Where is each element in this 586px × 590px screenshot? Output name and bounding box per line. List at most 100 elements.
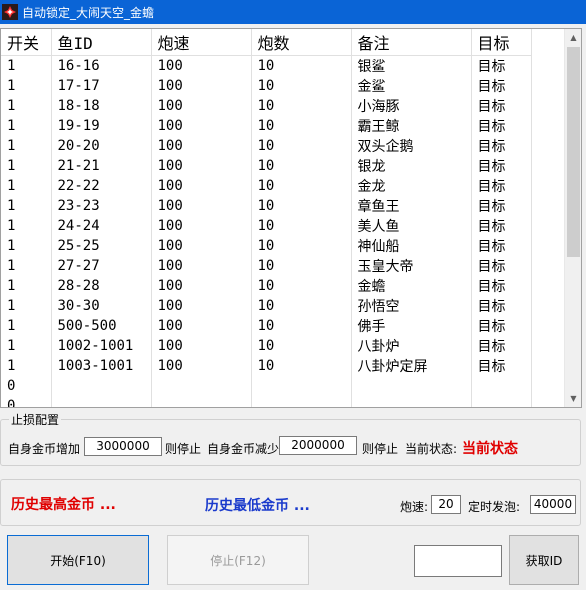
cell-remark[interactable]: 双头企鹅	[351, 135, 472, 156]
cell-cannon-speed[interactable]: 100	[151, 115, 252, 136]
cell-target[interactable]: 目标	[471, 75, 532, 96]
stop-button[interactable]: 停止(F12)	[167, 535, 309, 585]
cell-remark[interactable]: 霸王鲸	[351, 115, 472, 136]
col-header-remark[interactable]: 备注	[351, 29, 472, 56]
table-row[interactable]: 1 30-30 100 10 孙悟空 目标	[1, 295, 532, 316]
cell-switch[interactable]: 1	[1, 295, 52, 316]
cell-cannon-count[interactable]: 10	[251, 275, 352, 296]
table-row[interactable]: 1 24-24 100 10 美人鱼 目标	[1, 215, 532, 236]
col-header-cannon-speed[interactable]: 炮速	[151, 29, 252, 56]
cell-cannon-count[interactable]: 10	[251, 335, 352, 356]
cell-fish-id[interactable]: 22-22	[51, 175, 152, 196]
cell-switch[interactable]: 1	[1, 215, 52, 236]
cell-target[interactable]: 目标	[471, 175, 532, 196]
table-row[interactable]: 1 19-19 100 10 霸王鲸 目标	[1, 115, 532, 136]
table-row[interactable]: 1 22-22 100 10 金龙 目标	[1, 175, 532, 196]
cell-target[interactable]: 目标	[471, 195, 532, 216]
table-row[interactable]: 1 21-21 100 10 银龙 目标	[1, 155, 532, 176]
cell-switch[interactable]: 1	[1, 95, 52, 116]
cell-switch[interactable]: 1	[1, 55, 52, 76]
scroll-down-icon[interactable]: ▼	[565, 390, 581, 407]
cell-cannon-count[interactable]	[251, 375, 352, 396]
cell-remark[interactable]: 玉皇大帝	[351, 255, 472, 276]
cell-cannon-count[interactable]: 10	[251, 295, 352, 316]
cell-cannon-count[interactable]: 10	[251, 175, 352, 196]
speed-input[interactable]: 20	[431, 495, 461, 514]
table-row[interactable]: 1 500-500 100 10 佛手 目标	[1, 315, 532, 336]
cell-cannon-speed[interactable]	[151, 395, 252, 407]
cell-cannon-speed[interactable]: 100	[151, 95, 252, 116]
cell-remark[interactable]: 金鲨	[351, 75, 472, 96]
table-row[interactable]: 1 23-23 100 10 章鱼王 目标	[1, 195, 532, 216]
cell-fish-id[interactable]: 28-28	[51, 275, 152, 296]
cell-remark[interactable]: 孙悟空	[351, 295, 472, 316]
table-row[interactable]: 1 1002-1001 100 10 八卦炉 目标	[1, 335, 532, 356]
start-button[interactable]: 开始(F10)	[7, 535, 149, 585]
cell-cannon-speed[interactable]: 100	[151, 135, 252, 156]
cell-switch[interactable]: 1	[1, 355, 52, 376]
cell-fish-id[interactable]: 21-21	[51, 155, 152, 176]
table-row[interactable]: 1 25-25 100 10 神仙船 目标	[1, 235, 532, 256]
increase-input[interactable]: 3000000	[84, 437, 162, 456]
cell-remark[interactable]: 金龙	[351, 175, 472, 196]
cell-cannon-speed[interactable]: 100	[151, 55, 252, 76]
cell-fish-id[interactable]: 19-19	[51, 115, 152, 136]
cell-cannon-speed[interactable]: 100	[151, 355, 252, 376]
cell-cannon-count[interactable]: 10	[251, 235, 352, 256]
id-input[interactable]	[414, 545, 502, 577]
cell-switch[interactable]: 1	[1, 115, 52, 136]
cell-remark[interactable]	[351, 375, 472, 396]
cell-cannon-speed[interactable]: 100	[151, 315, 252, 336]
cell-cannon-count[interactable]	[251, 395, 352, 407]
cell-cannon-count[interactable]: 10	[251, 215, 352, 236]
col-header-cannon-count[interactable]: 炮数	[251, 29, 352, 56]
cell-cannon-speed[interactable]: 100	[151, 195, 252, 216]
cell-fish-id[interactable]: 25-25	[51, 235, 152, 256]
cell-switch[interactable]: 1	[1, 235, 52, 256]
cell-fish-id[interactable]: 27-27	[51, 255, 152, 276]
cell-cannon-count[interactable]: 10	[251, 255, 352, 276]
cell-cannon-speed[interactable]: 100	[151, 175, 252, 196]
cell-fish-id[interactable]	[51, 395, 152, 407]
col-header-switch[interactable]: 开关	[1, 29, 52, 56]
cell-cannon-count[interactable]: 10	[251, 55, 352, 76]
cell-cannon-count[interactable]: 10	[251, 135, 352, 156]
cell-remark[interactable]: 八卦炉	[351, 335, 472, 356]
decrease-input[interactable]: 2000000	[279, 436, 357, 455]
cell-switch[interactable]: 0	[1, 395, 52, 407]
cell-remark[interactable]: 佛手	[351, 315, 472, 336]
table-row[interactable]: 1 16-16 100 10 银鲨 目标	[1, 55, 532, 76]
table-row[interactable]: 1 18-18 100 10 小海豚 目标	[1, 95, 532, 116]
cell-cannon-speed[interactable]: 100	[151, 335, 252, 356]
cell-switch[interactable]: 1	[1, 135, 52, 156]
cell-switch[interactable]: 1	[1, 155, 52, 176]
cell-remark[interactable]: 美人鱼	[351, 215, 472, 236]
cell-target[interactable]: 目标	[471, 115, 532, 136]
cell-switch[interactable]: 1	[1, 335, 52, 356]
cell-remark[interactable]: 银鲨	[351, 55, 472, 76]
cell-switch[interactable]: 0	[1, 375, 52, 396]
cell-cannon-count[interactable]: 10	[251, 195, 352, 216]
cell-cannon-speed[interactable]: 100	[151, 235, 252, 256]
cell-cannon-count[interactable]: 10	[251, 155, 352, 176]
cell-remark[interactable]: 小海豚	[351, 95, 472, 116]
cell-target[interactable]: 目标	[471, 295, 532, 316]
cell-remark[interactable]: 神仙船	[351, 235, 472, 256]
scroll-thumb[interactable]	[567, 47, 580, 257]
cell-remark[interactable]: 银龙	[351, 155, 472, 176]
cell-target[interactable]	[471, 395, 532, 407]
cell-target[interactable]: 目标	[471, 275, 532, 296]
col-header-target[interactable]: 目标	[471, 29, 532, 56]
cell-cannon-speed[interactable]: 100	[151, 295, 252, 316]
get-id-button[interactable]: 获取ID	[509, 535, 579, 585]
cell-cannon-speed[interactable]: 100	[151, 75, 252, 96]
cell-switch[interactable]: 1	[1, 195, 52, 216]
cell-cannon-count[interactable]: 10	[251, 315, 352, 336]
cell-target[interactable]: 目标	[471, 235, 532, 256]
cell-cannon-count[interactable]: 10	[251, 115, 352, 136]
table-row[interactable]: 1 17-17 100 10 金鲨 目标	[1, 75, 532, 96]
cell-cannon-speed[interactable]: 100	[151, 215, 252, 236]
cell-fish-id[interactable]: 24-24	[51, 215, 152, 236]
scroll-up-icon[interactable]: ▲	[565, 29, 581, 46]
table-row[interactable]: 1 1003-1001 100 10 八卦炉定屏 目标	[1, 355, 532, 376]
